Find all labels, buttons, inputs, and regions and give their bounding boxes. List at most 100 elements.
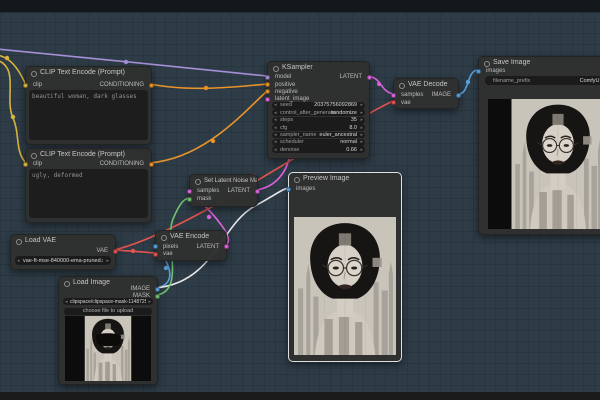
- input-label: vae: [401, 99, 411, 106]
- input-port-negative[interactable]: [265, 89, 270, 94]
- node-title[interactable]: CLIP Text Encode (Prompt): [26, 149, 151, 161]
- input-label: mask: [197, 196, 212, 202]
- output-label: IMAGE: [431, 92, 451, 98]
- widget-name: cfg: [280, 124, 288, 131]
- widget-control-after-generate[interactable]: control_after_generate randomize: [272, 109, 365, 117]
- graph-canvas[interactable]: CLIP Text Encode (Prompt) clip CONDITION…: [0, 0, 600, 400]
- input-port-pixels[interactable]: [153, 244, 158, 249]
- input-port-vae[interactable]: [153, 251, 158, 257]
- prompt-textarea[interactable]: beautiful woman, dark glasses: [29, 90, 148, 140]
- input-port-samples[interactable]: [187, 188, 192, 194]
- input-label: samples: [197, 188, 220, 194]
- wire-image-to-save-dot[interactable]: [465, 79, 471, 85]
- node-clip-text-encode-negative[interactable]: CLIP Text Encode (Prompt) clip CONDITION…: [23, 148, 154, 223]
- input-port-images[interactable]: [476, 68, 481, 74]
- wire-clip-positive-dot[interactable]: [4, 55, 10, 61]
- widget-name: steps: [280, 117, 294, 124]
- output-port-conditioning[interactable]: [149, 82, 154, 88]
- widget-vae-name[interactable]: vae-ft-mse-840000-ema-pruned.safetensors: [15, 256, 111, 265]
- widget-cfg[interactable]: cfg 8.0: [272, 124, 365, 131]
- node-preview-image[interactable]: Preview Image images: [286, 172, 402, 362]
- preview-image-output: [294, 217, 396, 355]
- input-port-mask[interactable]: [187, 196, 192, 202]
- node-title[interactable]: KSampler: [268, 62, 369, 74]
- wire-model-dot[interactable]: [123, 59, 129, 65]
- collapse-icon[interactable]: [64, 280, 70, 287]
- node-ksampler[interactable]: KSampler model positive negative latent_…: [265, 61, 372, 159]
- output-port-latent[interactable]: [255, 188, 260, 194]
- output-label: CONDITIONING: [99, 161, 144, 167]
- collapse-icon[interactable]: [484, 60, 490, 67]
- collapse-icon[interactable]: [16, 238, 22, 245]
- input-port-vae[interactable]: [391, 100, 396, 105]
- widget-image-filename[interactable]: clipspace/clipspace-mask-11487256.899999…: [63, 298, 153, 305]
- input-port-clip[interactable]: [23, 161, 28, 167]
- widget-value: ComfyUI: [579, 77, 600, 84]
- collapse-icon[interactable]: [294, 176, 300, 183]
- wire-clip-negative-dot[interactable]: [10, 114, 16, 120]
- widget-sampler-name[interactable]: sampler_name euler_ancestral: [272, 131, 365, 139]
- choose-file-button[interactable]: choose file to upload: [63, 306, 153, 316]
- node-load-vae[interactable]: Load VAE VAE vae-ft-mse-840000-ema-prune…: [10, 234, 118, 270]
- wire-latent-encode-to-mask-dot[interactable]: [206, 214, 212, 220]
- wire-image-to-encode-dot[interactable]: [163, 265, 169, 271]
- output-port-mask[interactable]: [155, 293, 160, 299]
- node-title[interactable]: CLIP Text Encode (Prompt): [26, 67, 151, 79]
- output-port-latent[interactable]: [367, 74, 372, 80]
- widget-denoise[interactable]: denoise 0.66: [272, 146, 365, 154]
- save-image-preview: [488, 99, 600, 229]
- collapse-icon[interactable]: [195, 178, 201, 185]
- node-set-latent-noise-mask[interactable]: Set Latent Noise Mask samples mask LATEN…: [187, 174, 260, 207]
- input-port-positive[interactable]: [265, 82, 270, 87]
- collapse-icon[interactable]: [273, 65, 279, 72]
- wire-cond-negative-dot[interactable]: [210, 138, 216, 144]
- input-label: positive: [275, 81, 296, 88]
- collapse-icon[interactable]: [161, 234, 167, 241]
- widget-name: sampler_name: [280, 131, 317, 138]
- wire-cond-negative[interactable]: [149, 90, 268, 164]
- widget-seed[interactable]: seed 20375756092869: [272, 102, 365, 109]
- node-vae-decode[interactable]: VAE Decode samples vae IMAGE: [391, 78, 461, 109]
- node-vae-encode[interactable]: VAE Encode pixels vae LATENT: [153, 230, 229, 261]
- node-title[interactable]: Load VAE: [11, 235, 115, 247]
- node-save-image[interactable]: Save Image images filename_prefix ComfyU…: [476, 56, 600, 235]
- node-clip-text-encode-positive[interactable]: CLIP Text Encode (Prompt) clip CONDITION…: [23, 66, 154, 145]
- widget-value: 35: [350, 117, 357, 124]
- wire-latent-sampler-to-decode-dot[interactable]: [377, 82, 381, 86]
- collapse-icon[interactable]: [31, 70, 37, 77]
- input-label: images: [296, 186, 316, 192]
- output-port-latent[interactable]: [224, 244, 229, 249]
- node-load-image[interactable]: Load Image IMAGE MASK clipspace/clipspac…: [58, 276, 160, 385]
- widget-steps[interactable]: steps 35: [272, 116, 365, 124]
- input-label: negative: [275, 88, 298, 95]
- widget-filename-prefix[interactable]: filename_prefix ComfyUI: [485, 76, 600, 85]
- output-port-image[interactable]: [456, 92, 461, 98]
- input-label: clip: [33, 82, 43, 88]
- input-port-clip[interactable]: [23, 82, 28, 88]
- widget-name: seed: [280, 102, 292, 109]
- wire-vae-to-encode-dot[interactable]: [130, 248, 136, 254]
- output-port-image[interactable]: [155, 286, 160, 292]
- output-port-conditioning[interactable]: [149, 161, 154, 167]
- node-title[interactable]: Preview Image: [289, 173, 401, 185]
- load-image-thumbnail: [65, 316, 151, 381]
- input-label: clip: [33, 161, 43, 167]
- prompt-textarea[interactable]: ugly, deformed: [29, 169, 148, 218]
- widget-value: 0.66: [346, 146, 357, 153]
- widget-scheduler[interactable]: scheduler normal: [272, 139, 365, 146]
- input-label: samples: [401, 92, 424, 98]
- wire-clip-positive[interactable]: [0, 54, 26, 84]
- input-label: pixels: [163, 243, 179, 250]
- collapse-icon[interactable]: [399, 82, 405, 89]
- input-port-samples[interactable]: [391, 92, 396, 98]
- wire-cond-positive[interactable]: [149, 83, 268, 90]
- input-port-model[interactable]: [265, 74, 270, 80]
- collapse-icon[interactable]: [31, 152, 37, 159]
- input-port-latent-image[interactable]: [265, 96, 270, 102]
- input-port-images[interactable]: [286, 186, 291, 192]
- input-label: images: [486, 68, 506, 74]
- wire-cond-positive-dot[interactable]: [203, 85, 209, 91]
- widget-name: scheduler: [280, 139, 304, 146]
- output-port-vae[interactable]: [113, 248, 118, 254]
- output-label: IMAGE: [130, 286, 150, 292]
